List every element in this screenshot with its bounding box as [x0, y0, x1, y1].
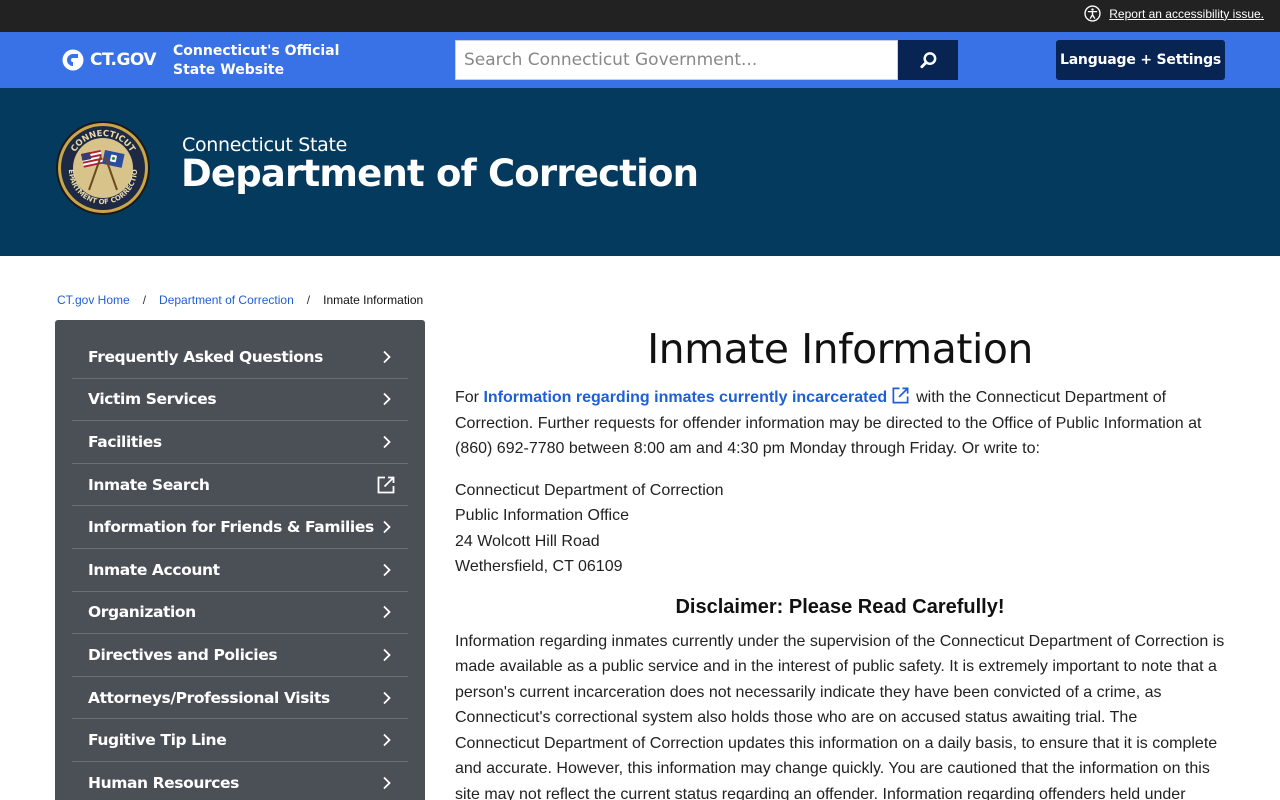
breadcrumb-separator: / — [142, 293, 147, 307]
address-line: Wethersfield, CT 06109 — [455, 558, 623, 575]
chevron-right-icon — [383, 521, 391, 534]
sidebar-nav: Frequently Asked Questions Victim Servic… — [55, 320, 425, 800]
ctgov-logo-text: CT.GOV — [90, 50, 157, 70]
sidebar-item-label: Information for Friends & Families — [88, 518, 374, 537]
search-button[interactable] — [898, 40, 958, 80]
page-title: Inmate Information — [647, 325, 1033, 373]
sidebar-item-label: Inmate Search — [88, 475, 210, 494]
ctgov-logo[interactable]: CT.GOV — [62, 49, 157, 71]
search-input[interactable] — [456, 41, 897, 79]
address-line: 24 Wolcott Hill Road — [455, 532, 600, 550]
ctgov-bar: CT.GOV Connecticut's Official State Webs… — [0, 32, 1280, 88]
breadcrumb-current: Inmate Information — [323, 293, 424, 307]
accessibility-report[interactable]: Report an accessibility issue. — [1084, 5, 1264, 22]
chevron-right-icon — [383, 606, 391, 619]
inmate-information-link[interactable]: Information regarding inmates currently … — [483, 389, 887, 406]
utility-bar: Report an accessibility issue. — [0, 0, 1280, 32]
sidebar-item-facilities[interactable]: Facilities — [72, 421, 408, 464]
search-icon — [919, 51, 936, 68]
breadcrumb: CT.gov Home / Department of Correction /… — [57, 293, 423, 307]
sidebar-item-organization[interactable]: Organization — [72, 592, 408, 635]
external-link-icon — [892, 387, 909, 404]
sidebar-item-inmate-search[interactable]: Inmate Search — [72, 464, 408, 507]
breadcrumb-separator: / — [306, 293, 311, 307]
accessibility-report-link[interactable]: Report an accessibility issue. — [1109, 7, 1264, 21]
ctgov-tagline: Connecticut's Official State Website — [173, 43, 340, 78]
address-line: Public Information Office — [455, 507, 630, 524]
agency-header: CONNECTICUT DEPARTMENT OF CORRECTION Con… — [0, 88, 1280, 256]
sidebar-item-label: Victim Services — [88, 390, 217, 409]
sidebar-item-label: Human Resources — [88, 773, 239, 792]
sidebar-item-human-resources[interactable]: Human Resources — [72, 762, 408, 800]
language-settings-button[interactable]: Language + Settings — [1056, 40, 1225, 80]
sidebar-item-label: Directives and Policies — [88, 645, 278, 664]
disclaimer-heading: Disclaimer: Please Read Carefully! — [675, 595, 1005, 618]
chevron-right-icon — [383, 393, 391, 406]
sidebar-item-directives-policies[interactable]: Directives and Policies — [72, 634, 408, 677]
ctgov-logo-icon — [62, 49, 84, 71]
sidebar-item-attorneys-visits[interactable]: Attorneys/Professional Visits — [72, 677, 408, 720]
chevron-right-icon — [383, 350, 391, 363]
chevron-right-icon — [383, 435, 391, 449]
chevron-right-icon — [383, 776, 391, 789]
sidebar-item-inmate-account[interactable]: Inmate Account — [72, 549, 408, 592]
chevron-right-icon — [383, 563, 391, 576]
sidebar-item-fugitive-tip-line[interactable]: Fugitive Tip Line — [72, 719, 408, 762]
sidebar-item-label: Facilities — [88, 432, 162, 451]
external-link-icon — [377, 476, 395, 493]
sidebar-item-victim-services[interactable]: Victim Services — [72, 379, 408, 422]
sidebar-item-label: Inmate Account — [88, 560, 220, 579]
breadcrumb-department-link[interactable]: Department of Correction — [159, 293, 294, 307]
department-seal-logo[interactable]: CONNECTICUT DEPARTMENT OF CORRECTION — [55, 120, 151, 216]
sidebar-item-label: Attorneys/Professional Visits — [88, 688, 330, 707]
sidebar-item-label: Fugitive Tip Line — [88, 731, 227, 750]
chevron-right-icon — [383, 648, 391, 662]
disclaimer-paragraph: Information regarding inmates currently … — [455, 632, 1225, 800]
agency-title[interactable]: Department of Correction — [181, 152, 699, 195]
breadcrumb-home-link[interactable]: CT.gov Home — [57, 293, 130, 307]
mailing-address: Connecticut Department of Correction Pub… — [455, 478, 1225, 580]
sidebar-item-friends-families[interactable]: Information for Friends & Families — [72, 506, 408, 549]
sidebar-item-label: Frequently Asked Questions — [88, 347, 323, 366]
accessibility-icon — [1084, 5, 1101, 22]
chevron-right-icon — [383, 691, 391, 704]
intro-prefix: For — [455, 389, 479, 406]
address-line: Connecticut Department of Correction — [455, 481, 724, 499]
main-content: Inmate Information For Information regar… — [455, 320, 1225, 800]
sidebar-item-label: Organization — [88, 603, 196, 622]
search-box — [455, 40, 898, 80]
sidebar-item-faq[interactable]: Frequently Asked Questions — [72, 336, 408, 379]
chevron-right-icon — [383, 734, 391, 747]
intro-paragraph: For Information regarding inmates curren… — [455, 385, 1225, 462]
